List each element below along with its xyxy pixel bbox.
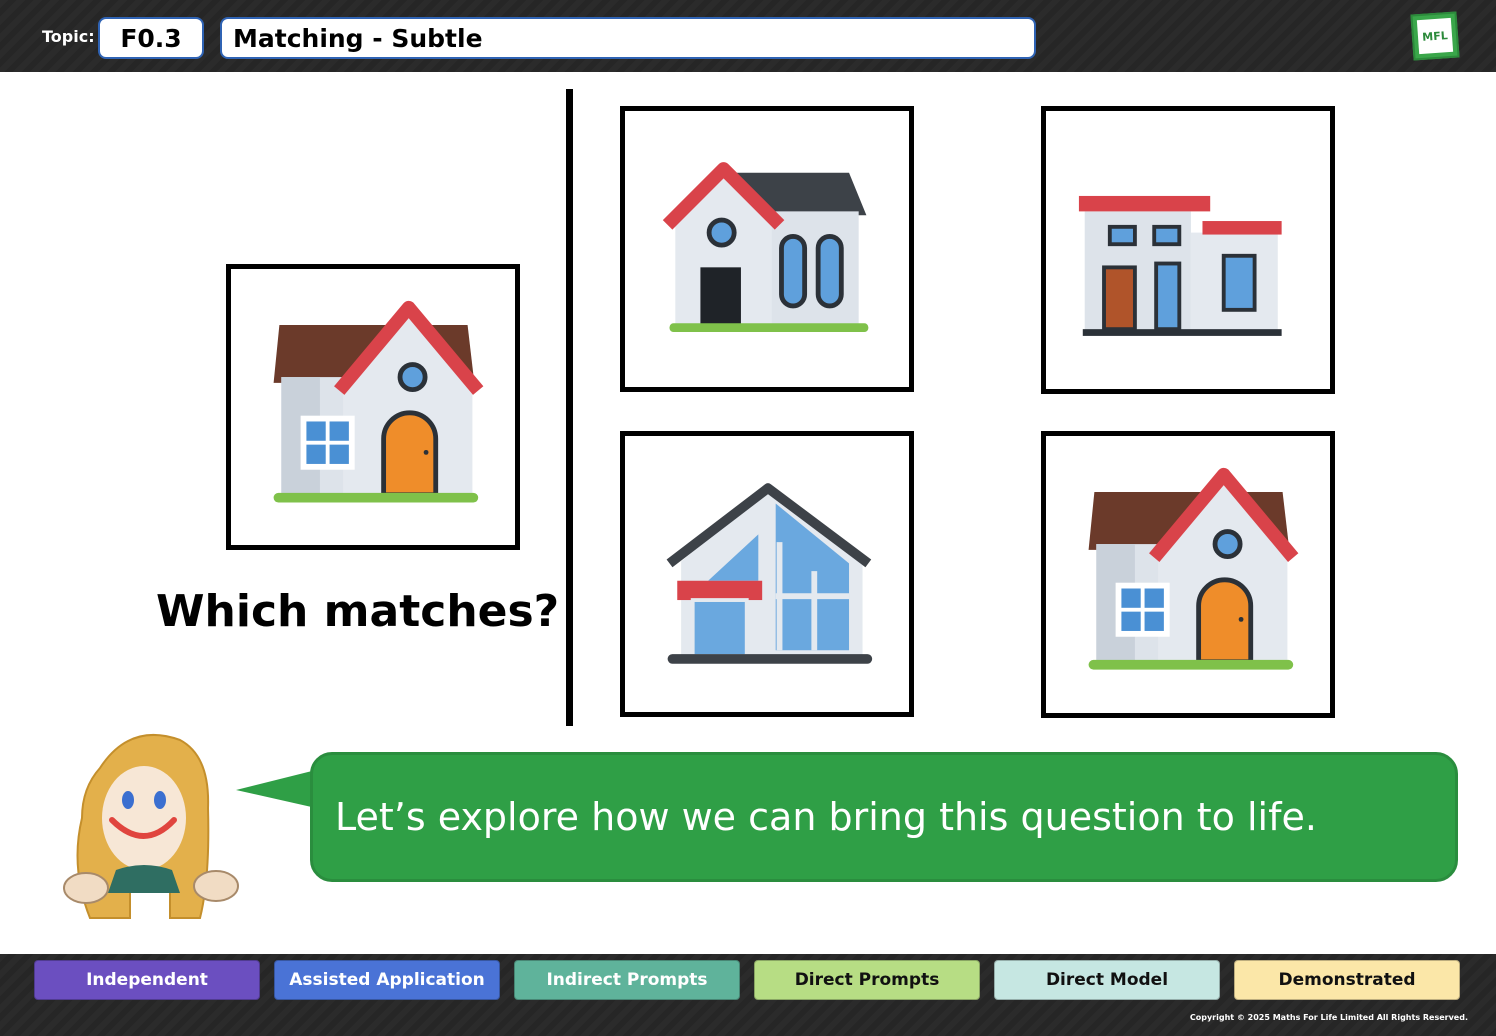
mfl-logo-icon: MFL [1410,11,1460,61]
level-indirect-prompts-button[interactable]: Indirect Prompts [514,960,740,1000]
footer-bar: Independent Assisted Application Indirec… [0,954,1496,1036]
question-text: Which matches? [156,586,560,637]
glass-a-frame-house-icon [666,483,873,664]
flat-roof-modern-house-icon [1078,195,1282,336]
level-demonstrated-button[interactable]: Demonstrated [1234,960,1460,1000]
topic-label: Topic: [42,27,95,46]
copyright-text: Copyright © 2025 Maths For Life Limited … [1189,1013,1468,1022]
speech-bubble-tail [236,770,316,808]
option-card[interactable] [620,106,914,392]
speech-bubble: Let’s explore how we can bring this ques… [310,752,1458,882]
teacher-avatar-icon [63,733,239,919]
logo-text: MFL [1416,17,1454,55]
divider-line [566,89,573,726]
level-direct-prompts-button[interactable]: Direct Prompts [754,960,980,1000]
option-card[interactable] [1041,431,1335,718]
page-title: Matching - Subtle [220,17,1036,59]
option-card[interactable] [1041,106,1335,394]
target-card [226,264,520,550]
speech-text: Let’s explore how we can bring this ques… [335,795,1317,839]
level-direct-model-button[interactable]: Direct Model [994,960,1220,1000]
level-independent-button[interactable]: Independent [34,960,260,1000]
house-red-gable-dark-roof-icon [662,162,869,332]
header-bar: Topic: F0.3 Matching - Subtle MFL [0,0,1496,72]
topic-code: F0.3 [98,17,204,59]
house-red-roof-brown-top-icon [273,300,484,503]
option-card[interactable] [620,431,914,717]
house-red-roof-brown-top-icon [1088,467,1299,670]
level-assisted-application-button[interactable]: Assisted Application [274,960,500,1000]
